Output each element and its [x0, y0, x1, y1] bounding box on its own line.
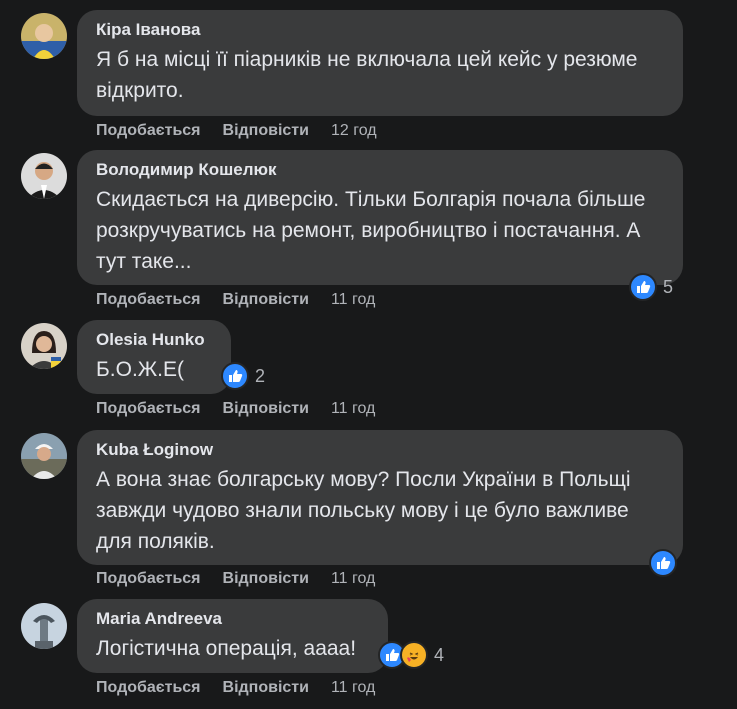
reaction-count: 5: [663, 277, 674, 297]
haha-icon: [400, 641, 428, 669]
comment-author[interactable]: Володимир Кошелюк: [96, 159, 664, 181]
comment-text: Я б на місці її піарників не включала це…: [96, 48, 638, 102]
reaction-count: 4: [434, 645, 445, 665]
comment-bubble: Володимир Кошелюк Скидається на диверсію…: [77, 150, 683, 285]
avatar[interactable]: [21, 433, 67, 479]
like-button[interactable]: Подобається: [96, 400, 201, 417]
like-button[interactable]: Подобається: [96, 679, 201, 696]
timestamp[interactable]: 11 год: [331, 400, 375, 417]
comment-bubble: Кіра Іванова Я б на місці її піарників н…: [77, 10, 683, 116]
avatar[interactable]: [21, 13, 67, 59]
like-button[interactable]: Подобається: [96, 291, 201, 308]
reactions-summary[interactable]: 2: [221, 361, 265, 391]
reactions-summary[interactable]: [649, 548, 683, 578]
reaction-count: 2: [255, 366, 266, 386]
like-icon: [649, 549, 677, 577]
comment-bubble: Maria Andreeva Логістична операція, аааа…: [77, 599, 388, 673]
comment-author[interactable]: Kuba Łoginow: [96, 439, 664, 461]
comment-text: Б.О.Ж.Е(: [96, 358, 185, 381]
comment-actions: Подобається Відповісти 11 год: [96, 677, 375, 699]
timestamp[interactable]: 11 год: [331, 679, 375, 696]
reactions-summary[interactable]: 4: [378, 640, 444, 670]
comment-text: Логістична операція, аааа!: [96, 637, 357, 660]
comment-actions: Подобається Відповісти 11 год: [96, 398, 375, 420]
comment-author[interactable]: Olesia Hunko: [96, 329, 212, 351]
comment-author[interactable]: Maria Andreeva: [96, 608, 369, 630]
reactions-summary[interactable]: 5: [629, 272, 673, 302]
timestamp[interactable]: 11 год: [331, 570, 375, 587]
like-button[interactable]: Подобається: [96, 122, 201, 139]
timestamp[interactable]: 12 год: [331, 122, 377, 139]
comment-bubble: Kuba Łoginow А вона знає болгарську мову…: [77, 430, 683, 565]
comment-actions: Подобається Відповісти 11 год: [96, 568, 375, 590]
reply-button[interactable]: Відповісти: [223, 122, 309, 139]
like-icon: [221, 362, 249, 390]
like-button[interactable]: Подобається: [96, 570, 201, 587]
like-icon: [629, 273, 657, 301]
comment-author[interactable]: Кіра Іванова: [96, 19, 664, 41]
comment-text: Скидається на диверсію. Тільки Болгарія …: [96, 188, 646, 273]
avatar[interactable]: [21, 153, 67, 199]
comment-actions: Подобається Відповісти 11 год: [96, 289, 375, 311]
comment-text: А вона знає болгарську мову? Посли Украї…: [96, 468, 631, 553]
reply-button[interactable]: Відповісти: [223, 291, 309, 308]
reply-button[interactable]: Відповісти: [223, 679, 309, 696]
avatar[interactable]: [21, 323, 67, 369]
reply-button[interactable]: Відповісти: [223, 400, 309, 417]
avatar[interactable]: [21, 603, 67, 649]
reply-button[interactable]: Відповісти: [223, 570, 309, 587]
comment-actions: Подобається Відповісти 12 год: [96, 120, 377, 142]
comment-bubble: Olesia Hunko Б.О.Ж.Е(: [77, 320, 231, 394]
timestamp[interactable]: 11 год: [331, 291, 375, 308]
